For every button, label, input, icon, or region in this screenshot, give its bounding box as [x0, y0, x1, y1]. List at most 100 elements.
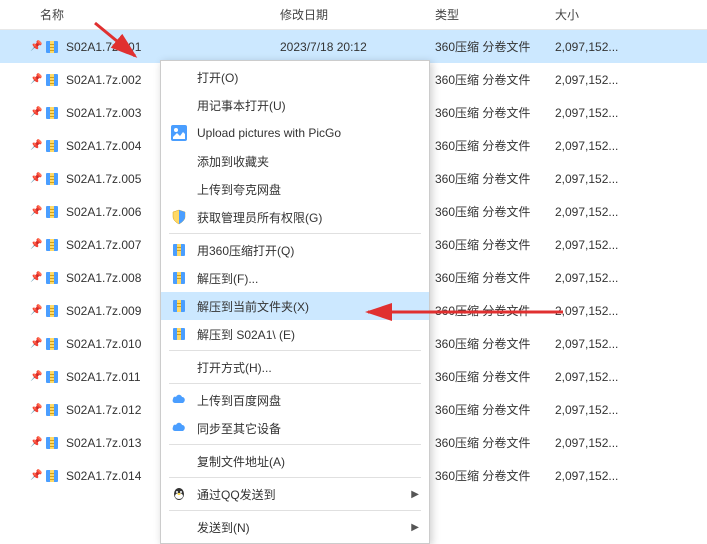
menu-label: 用360压缩打开(Q) [197, 242, 294, 259]
file-size-cell: 2,097,152... [555, 73, 655, 87]
blank-icon [169, 357, 189, 377]
blank-icon [169, 95, 189, 115]
menu-extract-folder[interactable]: 解压到 S02A1\ (E) [161, 320, 429, 348]
pin-icon: 📌 [30, 470, 38, 481]
menu-extract-to[interactable]: 解压到(F)... [161, 264, 429, 292]
menu-label: 解压到(F)... [197, 270, 258, 287]
menu-picgo[interactable]: Upload pictures with PicGo [161, 119, 429, 147]
file-size-cell: 2,097,152... [555, 106, 655, 120]
file-name: S02A1.7z.005 [66, 172, 141, 186]
pin-icon: 📌 [30, 371, 38, 382]
file-name: S02A1.7z.003 [66, 106, 141, 120]
file-type-cell: 360压缩 分卷文件 [435, 236, 555, 253]
menu-baidu[interactable]: 上传到百度网盘 [161, 386, 429, 414]
file-size-cell: 2,097,152... [555, 436, 655, 450]
chevron-right-icon: ▶ [411, 489, 419, 500]
menu-label: 上传到百度网盘 [197, 392, 281, 409]
pin-icon: 📌 [30, 305, 38, 316]
cloud-icon [169, 390, 189, 410]
file-name: S02A1.7z.009 [66, 304, 141, 318]
archive-icon [169, 324, 189, 344]
archive-file-icon [44, 369, 60, 385]
archive-icon [169, 296, 189, 316]
header-date[interactable]: 修改日期 [280, 6, 435, 23]
file-type-cell: 360压缩 分卷文件 [435, 368, 555, 385]
pin-icon: 📌 [30, 74, 38, 85]
file-size-cell: 2,097,152... [555, 469, 655, 483]
menu-separator [169, 233, 421, 234]
menu-qq[interactable]: 通过QQ发送到 ▶ [161, 480, 429, 508]
file-size-cell: 2,097,152... [555, 139, 655, 153]
menu-label: 发送到(N) [197, 519, 250, 536]
archive-file-icon [44, 105, 60, 121]
menu-separator [169, 350, 421, 351]
pin-icon: 📌 [30, 404, 38, 415]
menu-open360[interactable]: 用360压缩打开(Q) [161, 236, 429, 264]
menu-copy-address[interactable]: 复制文件地址(A) [161, 447, 429, 475]
chevron-right-icon: ▶ [411, 522, 419, 533]
pin-icon: 📌 [30, 140, 38, 151]
menu-label: 同步至其它设备 [197, 420, 281, 437]
file-size-cell: 2,097,152... [555, 370, 655, 384]
annotation-arrow [90, 18, 150, 68]
archive-file-icon [44, 72, 60, 88]
blank-icon [169, 151, 189, 171]
header-size[interactable]: 大小 [555, 6, 655, 23]
menu-label: 获取管理员所有权限(G) [197, 209, 322, 226]
archive-file-icon [44, 336, 60, 352]
file-name: S02A1.7z.002 [66, 73, 141, 87]
pin-icon: 📌 [30, 206, 38, 217]
menu-label: 上传到夸克网盘 [197, 181, 281, 198]
blank-icon [169, 451, 189, 471]
menu-send-to[interactable]: 发送到(N) ▶ [161, 513, 429, 541]
menu-open[interactable]: 打开(O) [161, 63, 429, 91]
blank-icon [169, 67, 189, 87]
menu-kuake[interactable]: 上传到夸克网盘 [161, 175, 429, 203]
menu-separator [169, 477, 421, 478]
file-name: S02A1.7z.006 [66, 205, 141, 219]
file-name: S02A1.7z.013 [66, 436, 141, 450]
pin-icon: 📌 [30, 239, 38, 250]
menu-favorites[interactable]: 添加到收藏夹 [161, 147, 429, 175]
archive-file-icon [44, 138, 60, 154]
menu-notepad[interactable]: 用记事本打开(U) [161, 91, 429, 119]
file-name: S02A1.7z.011 [66, 370, 141, 384]
file-size-cell: 2,097,152... [555, 304, 655, 318]
pin-icon: 📌 [30, 272, 38, 283]
file-type-cell: 360压缩 分卷文件 [435, 137, 555, 154]
file-type-cell: 360压缩 分卷文件 [435, 170, 555, 187]
pin-icon: 📌 [30, 437, 38, 448]
qq-icon [169, 484, 189, 504]
menu-label: 添加到收藏夹 [197, 153, 269, 170]
menu-label: Upload pictures with PicGo [197, 126, 341, 140]
archive-icon [169, 240, 189, 260]
annotation-arrow [358, 302, 568, 322]
file-type-cell: 360压缩 分卷文件 [435, 335, 555, 352]
file-date-cell: 2023/7/18 20:12 [280, 40, 435, 54]
menu-separator [169, 510, 421, 511]
menu-label: 解压到 S02A1\ (E) [197, 326, 295, 343]
menu-label: 打开方式(H)... [197, 359, 272, 376]
pin-icon: 📌 [30, 173, 38, 184]
menu-label: 解压到当前文件夹(X) [197, 298, 309, 315]
file-size-cell: 2,097,152... [555, 337, 655, 351]
file-type-cell: 360压缩 分卷文件 [435, 104, 555, 121]
menu-separator [169, 383, 421, 384]
menu-sync[interactable]: 同步至其它设备 [161, 414, 429, 442]
file-size-cell: 2,097,152... [555, 205, 655, 219]
file-name: S02A1.7z.012 [66, 403, 141, 417]
shield-icon [169, 207, 189, 227]
pin-icon: 📌 [30, 338, 38, 349]
menu-label: 打开(O) [197, 69, 238, 86]
archive-file-icon [44, 435, 60, 451]
blank-icon [169, 517, 189, 537]
picgo-icon [169, 123, 189, 143]
menu-open-with[interactable]: 打开方式(H)... [161, 353, 429, 381]
menu-label: 用记事本打开(U) [197, 97, 286, 114]
archive-file-icon [44, 402, 60, 418]
file-name: S02A1.7z.004 [66, 139, 141, 153]
file-type-cell: 360压缩 分卷文件 [435, 38, 555, 55]
header-type[interactable]: 类型 [435, 6, 555, 23]
file-size-cell: 2,097,152... [555, 172, 655, 186]
menu-admin[interactable]: 获取管理员所有权限(G) [161, 203, 429, 231]
